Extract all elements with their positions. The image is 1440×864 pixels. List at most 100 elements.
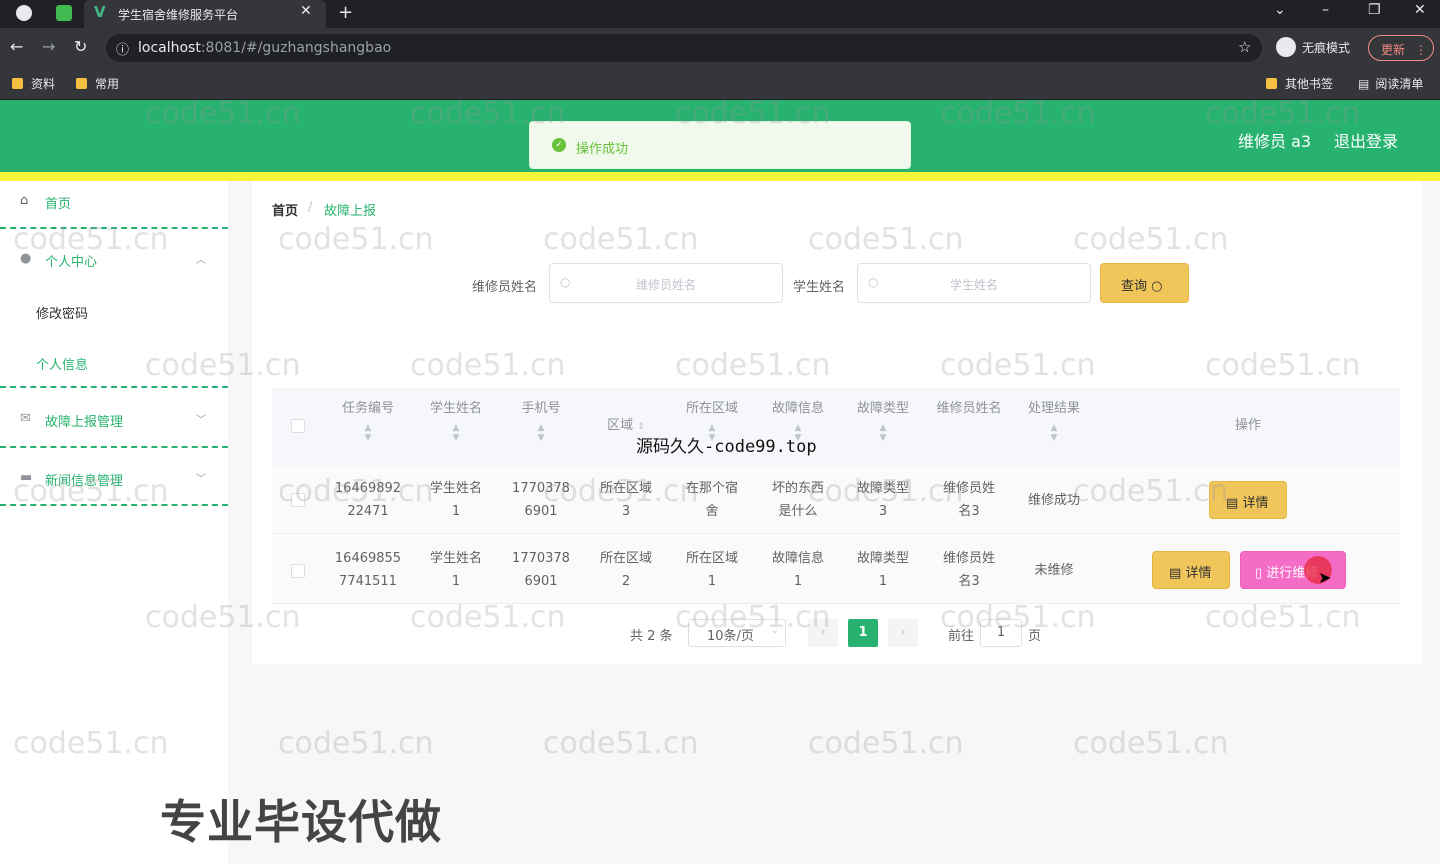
cell-text: 所在区域 bbox=[599, 481, 652, 496]
breadcrumb-home[interactable]: 首页 bbox=[272, 200, 298, 219]
document-icon: ▤ bbox=[1169, 566, 1182, 581]
column-header[interactable]: 处理结果 ▲ ▼ bbox=[1018, 395, 1090, 443]
bookmark-label: 常用 bbox=[95, 77, 120, 91]
sidebar-item-news-management[interactable]: ▬ 新闻信息管理 ﹀ bbox=[0, 470, 228, 490]
bookmark-label: 其他书签 bbox=[1285, 77, 1334, 91]
header-label: 处理结果 bbox=[1027, 401, 1080, 416]
result-cell: 未维修 bbox=[1018, 559, 1090, 582]
update-button[interactable]: 更新 ⋮ bbox=[1368, 35, 1434, 61]
sidebar-item-label: 故障上报管理 bbox=[45, 415, 124, 430]
source-overlay-text: 源码久久-code99.top bbox=[636, 437, 817, 457]
close-window-icon[interactable]: ✕ bbox=[1414, 2, 1426, 18]
fault-type-cell: 故障类型 3 bbox=[847, 477, 919, 523]
sidebar-item-home[interactable]: ⌂ 首页 bbox=[0, 193, 228, 213]
header-label: 故障类型 bbox=[856, 401, 909, 416]
sidebar-item-change-password[interactable]: 修改密码 bbox=[36, 303, 88, 322]
sort-icon[interactable]: ▲ ▼ bbox=[1018, 423, 1090, 443]
reload-icon[interactable]: ↻ bbox=[74, 37, 87, 56]
detail-button[interactable]: ▤ 详情 bbox=[1152, 551, 1230, 589]
sidebar-item-label: 个人中心 bbox=[45, 255, 98, 270]
search-icon: ○ bbox=[1151, 279, 1163, 294]
prev-page-button[interactable]: ‹ bbox=[808, 619, 838, 647]
promo-text: 专业毕设代做 bbox=[160, 795, 442, 849]
sort-icon[interactable]: ▲ ▼ bbox=[420, 423, 492, 443]
page-number-current[interactable]: 1 bbox=[848, 619, 878, 647]
goto-page-input[interactable]: 1 bbox=[980, 619, 1022, 647]
tab-search-icon[interactable]: ⌄ bbox=[1274, 2, 1286, 18]
info-icon[interactable]: ⓘ bbox=[116, 39, 129, 58]
sort-icon[interactable]: ▲ ▼ bbox=[847, 423, 919, 443]
row-checkbox[interactable] bbox=[291, 493, 305, 507]
query-label: 查询 bbox=[1121, 279, 1148, 294]
forward-icon[interactable]: → bbox=[42, 37, 55, 56]
watermark: code51.cn bbox=[543, 726, 699, 761]
header-label: 手机号 bbox=[521, 401, 561, 416]
logout-button[interactable]: 退出登录 bbox=[1334, 128, 1398, 152]
sidebar-item-fault-management[interactable]: ✉ 故障上报管理 ﹀ bbox=[0, 411, 228, 431]
sort-icon[interactable]: ▲ ▼ bbox=[505, 423, 577, 443]
select-all-checkbox[interactable] bbox=[291, 419, 305, 433]
bookmark-star-icon[interactable]: ☆ bbox=[1238, 38, 1251, 56]
sidebar-item-personal[interactable]: ● 个人中心 ︿ bbox=[0, 251, 228, 271]
bookmark-folder-1[interactable]: 资料 bbox=[12, 75, 55, 92]
repairman-search-input[interactable]: ○ 维修员姓名 bbox=[549, 263, 783, 303]
fault-info-cell: 故障信息 1 bbox=[762, 547, 834, 593]
detail-button[interactable]: ▤ 详情 bbox=[1209, 481, 1287, 519]
chevron-up-icon: ︿ bbox=[196, 255, 206, 266]
other-bookmarks[interactable]: 其他书签 bbox=[1266, 75, 1333, 92]
cell-text: 维修成功 bbox=[1027, 493, 1080, 508]
cell-text: 故障类型 bbox=[856, 481, 909, 496]
header-accent-bar bbox=[0, 172, 1440, 181]
url-host: localhost bbox=[138, 40, 201, 56]
column-header[interactable]: 故障类型 ▲ ▼ bbox=[847, 395, 919, 443]
column-header[interactable]: 任务编号 ▲ ▼ bbox=[332, 395, 404, 443]
reading-list[interactable]: ▤ 阅读清单 bbox=[1358, 75, 1423, 92]
reading-list-icon: ▤ bbox=[1358, 77, 1370, 91]
column-header[interactable]: 手机号 ▲ ▼ bbox=[505, 395, 577, 443]
column-header: 操作 bbox=[1212, 412, 1284, 440]
new-tab-icon[interactable]: + bbox=[338, 2, 353, 23]
back-icon[interactable]: ← bbox=[10, 37, 23, 56]
student-search-input[interactable]: ○ 学生姓名 bbox=[857, 263, 1091, 303]
cell-text: 7741511 bbox=[339, 574, 397, 589]
sidebar-item-personal-info[interactable]: 个人信息 bbox=[36, 354, 88, 373]
query-button[interactable]: 查询 ○ bbox=[1100, 263, 1189, 303]
header-label: 故障信息 bbox=[771, 401, 824, 416]
column-header[interactable]: 维修员姓名 bbox=[933, 395, 1005, 423]
minimize-icon[interactable]: – bbox=[1322, 2, 1329, 18]
tab-close-icon[interactable]: ✕ bbox=[300, 3, 312, 19]
cell-text: 1 bbox=[878, 574, 888, 589]
cell-text: 所在区域 bbox=[599, 551, 652, 566]
browser-menu-icon[interactable] bbox=[16, 5, 32, 21]
extension-icon[interactable] bbox=[56, 5, 72, 21]
header-label: 任务编号 bbox=[341, 401, 394, 416]
fault-type-cell: 故障类型 1 bbox=[847, 547, 919, 593]
watermark: code51.cn bbox=[808, 726, 964, 761]
cell-text: 名3 bbox=[958, 574, 980, 589]
repairman-cell: 维修员姓 名3 bbox=[933, 477, 1005, 523]
next-page-button[interactable]: › bbox=[888, 619, 918, 647]
sort-icon[interactable]: ⇕ bbox=[637, 422, 645, 432]
mail-icon: ✉ bbox=[20, 411, 31, 426]
bookmark-folder-2[interactable]: 常用 bbox=[76, 75, 119, 92]
incognito-label: 无痕模式 bbox=[1302, 41, 1351, 55]
incognito-indicator[interactable]: 无痕模式 bbox=[1276, 37, 1350, 57]
button-label: 详情 bbox=[1185, 566, 1212, 581]
breadcrumb-current: 故障上报 bbox=[324, 204, 377, 219]
row-checkbox[interactable] bbox=[291, 564, 305, 578]
sort-icon[interactable]: ▲ ▼ bbox=[332, 423, 404, 443]
column-header[interactable]: 学生姓名 ▲ ▼ bbox=[420, 395, 492, 443]
check-circle-icon: ✓ bbox=[552, 138, 566, 152]
current-user: 维修员 a3 bbox=[1238, 132, 1312, 151]
student-cell: 学生姓名 1 bbox=[420, 477, 492, 523]
cell-text: 16469892 bbox=[334, 481, 402, 496]
document-icon: ▤ bbox=[1226, 496, 1239, 511]
maximize-icon[interactable]: ❐ bbox=[1368, 2, 1381, 18]
divider bbox=[0, 386, 228, 388]
page-size-select[interactable]: 10条/页 ⌄ bbox=[688, 619, 786, 647]
fault-info-cell: 坏的东西 是什么 bbox=[762, 477, 834, 523]
update-label: 更新 bbox=[1381, 43, 1406, 57]
cell-text: 3 bbox=[621, 504, 631, 519]
cell-text: 维修员姓 bbox=[942, 551, 995, 566]
chevron-down-icon: ﹀ bbox=[196, 474, 206, 485]
